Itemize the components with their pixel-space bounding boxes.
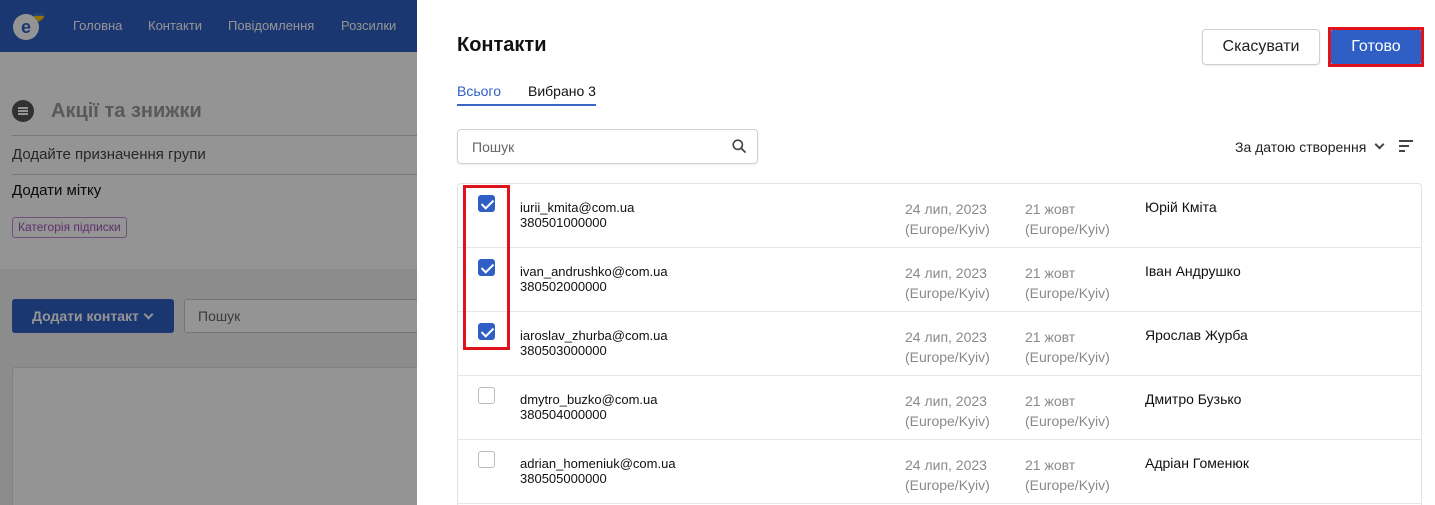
search-field — [457, 129, 758, 164]
contacts-list: iurii_kmita@com.ua 380501000000 24 лип, … — [457, 183, 1422, 505]
contact-name: Адріан Гоменюк — [1145, 455, 1250, 471]
drawer-title: Контакти — [457, 34, 547, 56]
created-date: 24 лип, 2023 (Europe/Kyiv) — [905, 199, 990, 239]
row-checkbox[interactable] — [478, 259, 495, 276]
created-date: 24 лип, 2023 (Europe/Kyiv) — [905, 391, 990, 431]
sort-line — [1399, 150, 1405, 152]
contact-phone: 380502000000 — [520, 279, 607, 294]
updated-date-value: 21 жовт — [1025, 393, 1076, 409]
list-item[interactable]: dmytro_buzko@com.ua 380504000000 24 лип,… — [458, 376, 1421, 440]
cancel-button[interactable]: Скасувати — [1202, 29, 1320, 65]
contact-name: Ярослав Журба — [1145, 327, 1248, 343]
updated-date-value: 21 жовт — [1025, 329, 1076, 345]
tab-all[interactable]: Всього — [457, 83, 501, 99]
contact-name: Іван Андрушко — [1145, 263, 1241, 279]
updated-timezone: (Europe/Kyiv) — [1025, 285, 1110, 301]
created-date: 24 лип, 2023 (Europe/Kyiv) — [905, 327, 990, 367]
created-timezone: (Europe/Kyiv) — [905, 413, 990, 429]
contact-email: adrian_homeniuk@com.ua — [520, 456, 676, 471]
contact-name: Юрій Кміта — [1145, 199, 1217, 215]
created-date-value: 24 лип, 2023 — [905, 265, 987, 281]
created-date: 24 лип, 2023 (Europe/Kyiv) — [905, 455, 990, 495]
list-item[interactable]: ivan_andrushko@com.ua 380502000000 24 ли… — [458, 248, 1421, 312]
row-checkbox[interactable] — [478, 451, 495, 468]
background-app: e Головна Контакти Повідомлення Розсилки… — [0, 0, 417, 505]
updated-date: 21 жовт (Europe/Kyiv) — [1025, 199, 1110, 239]
done-button[interactable]: Готово — [1331, 29, 1421, 65]
updated-date: 21 жовт (Europe/Kyiv) — [1025, 455, 1110, 495]
created-timezone: (Europe/Kyiv) — [905, 477, 990, 493]
sort-line — [1399, 140, 1413, 142]
created-date-value: 24 лип, 2023 — [905, 457, 987, 473]
list-item[interactable]: adrian_homeniuk@com.ua 380505000000 24 л… — [458, 440, 1421, 504]
created-date-value: 24 лип, 2023 — [905, 201, 987, 217]
chevron-down-icon[interactable] — [1374, 139, 1385, 150]
created-timezone: (Europe/Kyiv) — [905, 221, 990, 237]
tabs: Всього Вибрано 3 — [457, 82, 596, 106]
modal-overlay[interactable] — [0, 0, 417, 505]
updated-date: 21 жовт (Europe/Kyiv) — [1025, 327, 1110, 367]
contact-phone: 380504000000 — [520, 407, 607, 422]
updated-timezone: (Europe/Kyiv) — [1025, 413, 1110, 429]
contacts-drawer: Контакти Скасувати Готово Всього Вибрано… — [417, 0, 1435, 505]
updated-date: 21 жовт (Europe/Kyiv) — [1025, 263, 1110, 303]
updated-date-value: 21 жовт — [1025, 457, 1076, 473]
row-checkbox[interactable] — [478, 387, 495, 404]
contact-email: iurii_kmita@com.ua — [520, 200, 635, 215]
sort-dropdown[interactable]: За датою створення — [1235, 139, 1366, 155]
updated-timezone: (Europe/Kyiv) — [1025, 477, 1110, 493]
created-timezone: (Europe/Kyiv) — [905, 349, 990, 365]
sort-line — [1399, 145, 1409, 147]
contact-email: iaroslav_zhurba@com.ua — [520, 328, 668, 343]
contact-phone: 380503000000 — [520, 343, 607, 358]
updated-date-value: 21 жовт — [1025, 201, 1076, 217]
search-input[interactable] — [458, 130, 728, 163]
updated-timezone: (Europe/Kyiv) — [1025, 221, 1110, 237]
search-icon[interactable] — [732, 139, 746, 153]
created-date-value: 24 лип, 2023 — [905, 393, 987, 409]
sort-lines-icon[interactable] — [1399, 140, 1413, 152]
row-checkbox[interactable] — [478, 195, 495, 212]
updated-date-value: 21 жовт — [1025, 265, 1076, 281]
contact-phone: 380501000000 — [520, 215, 607, 230]
created-timezone: (Europe/Kyiv) — [905, 285, 990, 301]
created-date: 24 лип, 2023 (Europe/Kyiv) — [905, 263, 990, 303]
updated-date: 21 жовт (Europe/Kyiv) — [1025, 391, 1110, 431]
contact-email: ivan_andrushko@com.ua — [520, 264, 668, 279]
updated-timezone: (Europe/Kyiv) — [1025, 349, 1110, 365]
contact-email: dmytro_buzko@com.ua — [520, 392, 658, 407]
list-item[interactable]: iaroslav_zhurba@com.ua 380503000000 24 л… — [458, 312, 1421, 376]
contact-name: Дмитро Бузько — [1145, 391, 1242, 407]
tab-selected[interactable]: Вибрано 3 — [528, 83, 596, 99]
created-date-value: 24 лип, 2023 — [905, 329, 987, 345]
list-item[interactable]: iurii_kmita@com.ua 380501000000 24 лип, … — [458, 184, 1421, 248]
contact-phone: 380505000000 — [520, 471, 607, 486]
row-checkbox[interactable] — [478, 323, 495, 340]
